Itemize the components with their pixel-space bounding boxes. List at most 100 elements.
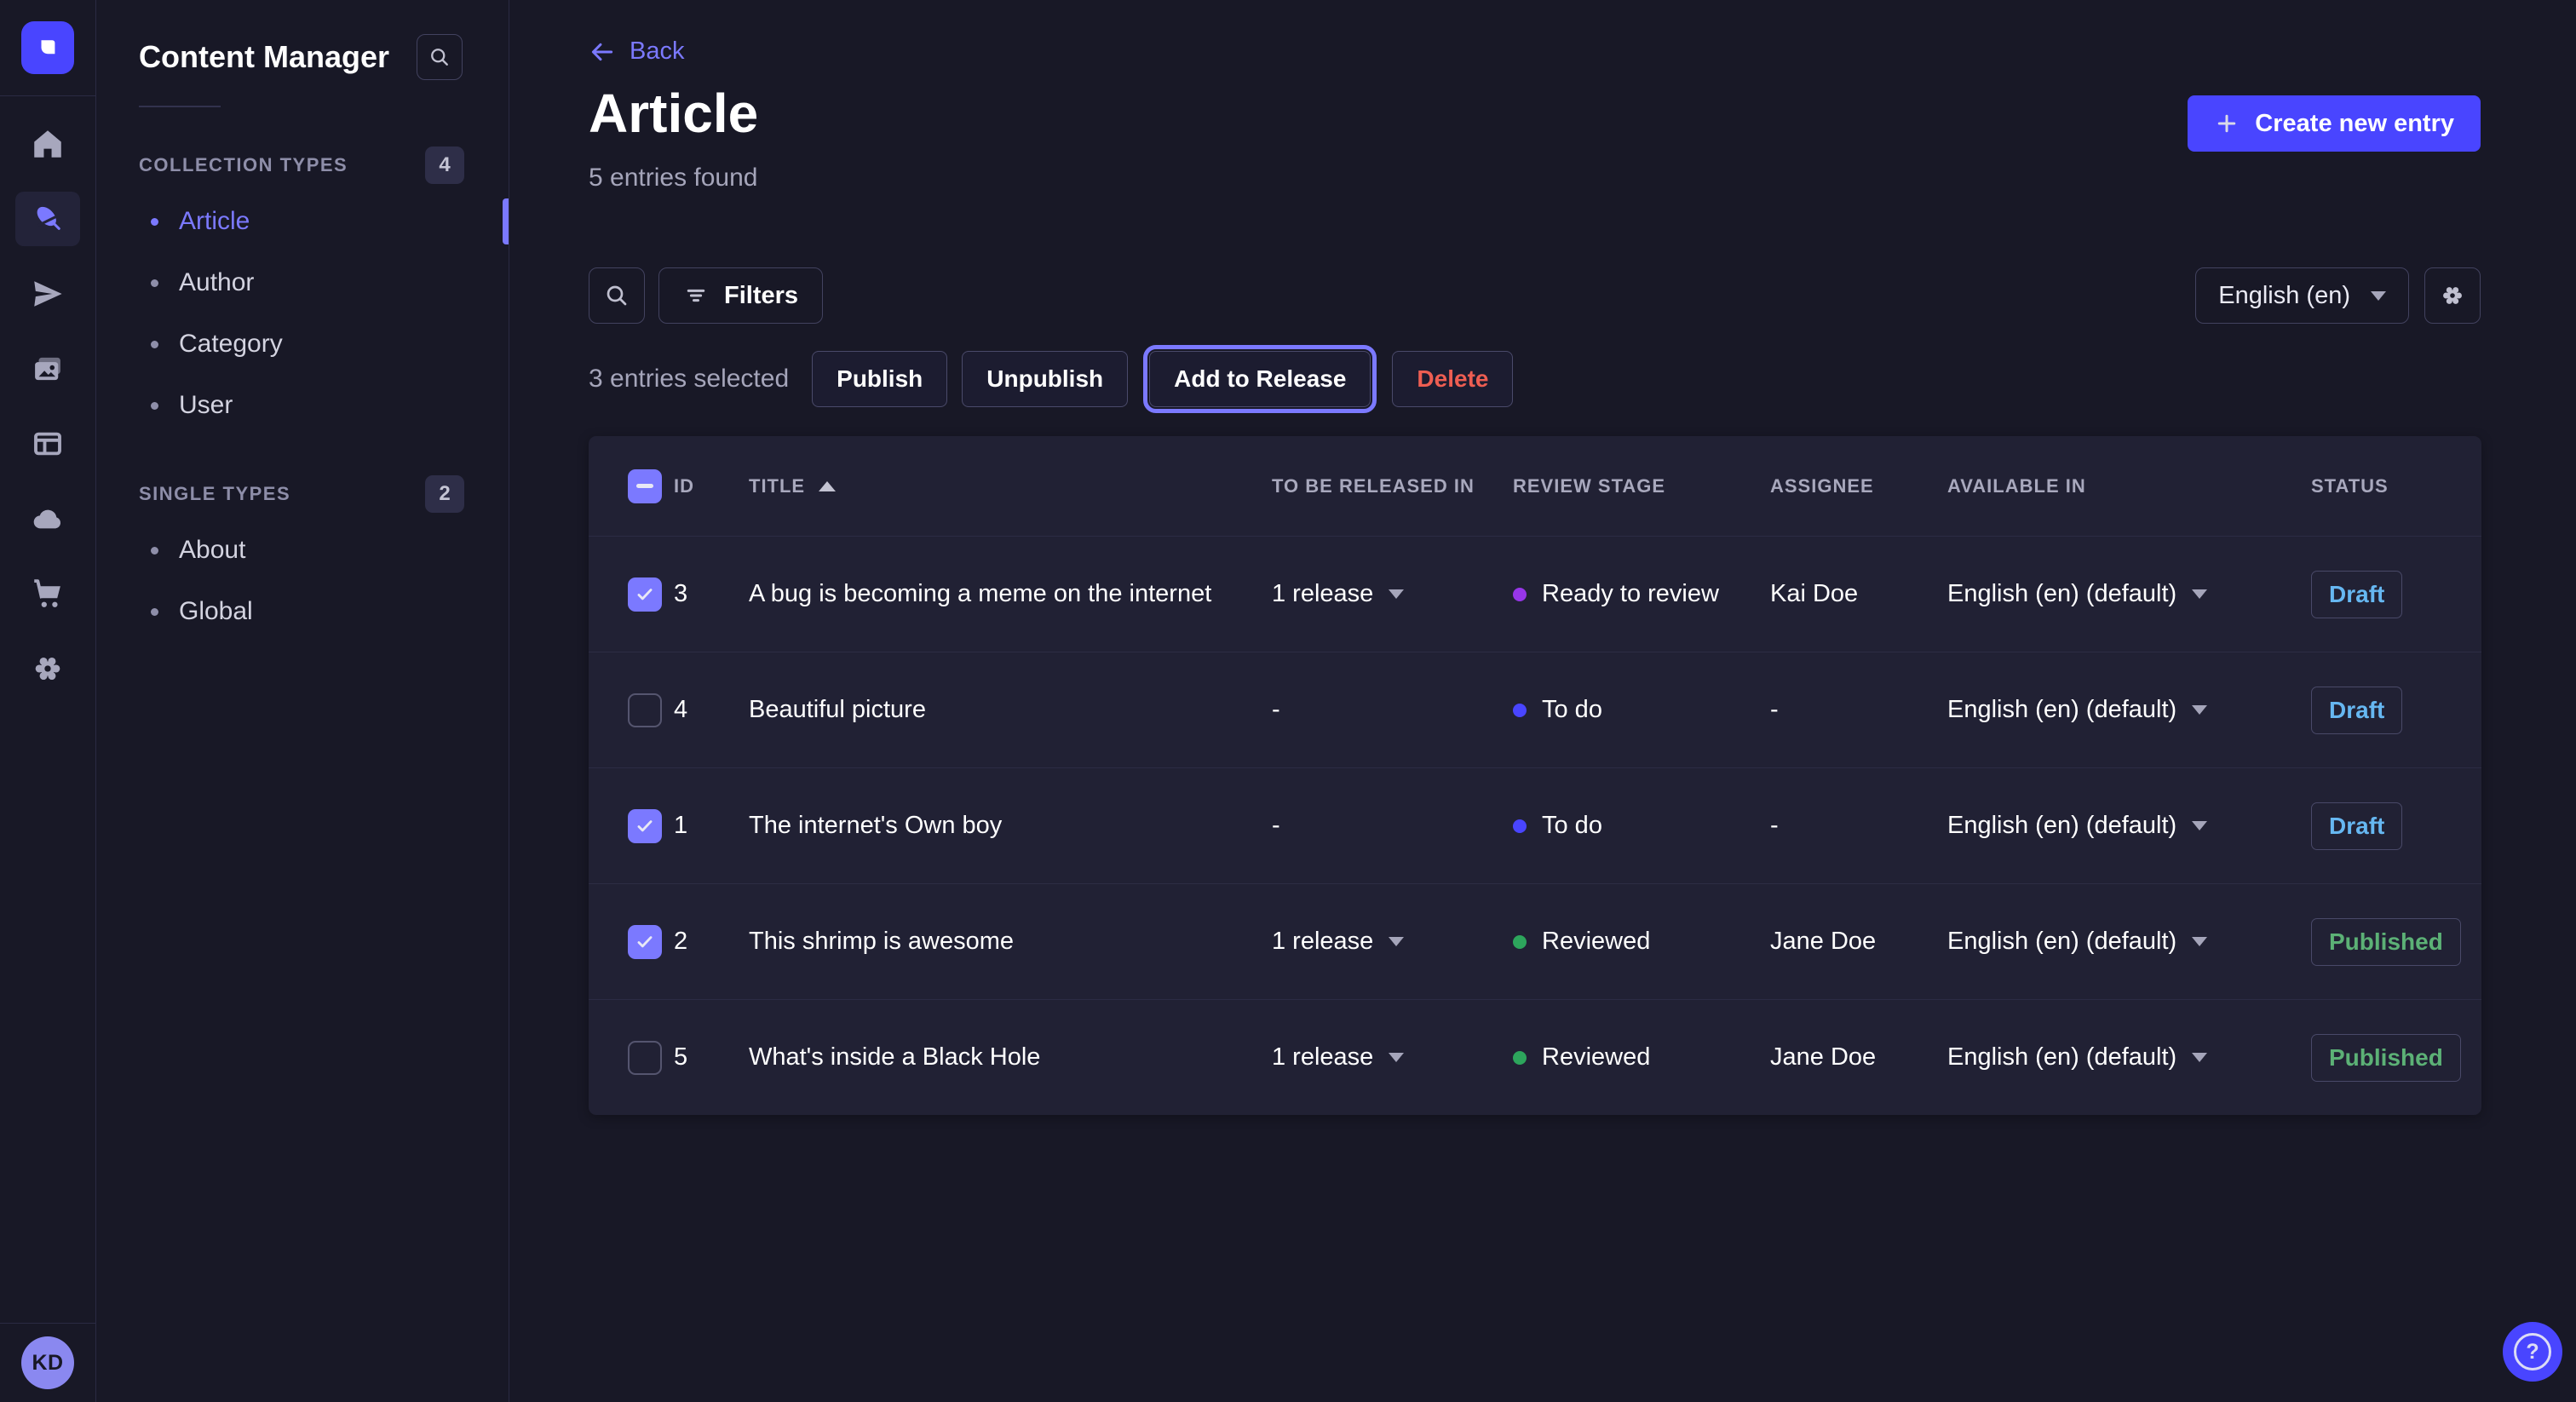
sidebar-item-content-type-builder[interactable] xyxy=(15,417,80,471)
view-settings-button[interactable] xyxy=(2424,267,2481,324)
cell-assignee: - xyxy=(1770,812,1947,840)
sidebar-item-deploy[interactable] xyxy=(15,491,80,546)
sidebar-item-about[interactable]: About xyxy=(96,520,509,581)
sidebar-item-article[interactable]: Article xyxy=(96,191,509,252)
row-checkbox-unchecked[interactable] xyxy=(628,1041,662,1075)
chevron-down-icon xyxy=(2371,291,2386,301)
row-checkbox-unchecked[interactable] xyxy=(628,693,662,727)
check-icon xyxy=(634,815,656,837)
back-link[interactable]: Back xyxy=(589,37,684,66)
search-entries-button[interactable] xyxy=(589,267,645,324)
table-row[interactable]: 3A bug is becoming a meme on the interne… xyxy=(589,536,2481,652)
column-header-title[interactable]: TITLE xyxy=(749,475,1272,497)
strapi-logo-icon xyxy=(32,32,63,63)
check-icon xyxy=(634,583,656,606)
row-checkbox-checked[interactable] xyxy=(628,809,662,843)
bullet-icon xyxy=(151,218,158,226)
content-type-label: About xyxy=(179,536,245,565)
section-single-types: SINGLE TYPES 2 About Global xyxy=(96,468,509,642)
sidebar-item-settings[interactable] xyxy=(15,641,80,696)
chevron-down-icon xyxy=(1389,937,1404,946)
layout-icon xyxy=(30,426,66,462)
select-all-checkbox[interactable] xyxy=(628,469,662,503)
chevron-down-icon xyxy=(2192,589,2207,599)
cell-title: The internet's Own boy xyxy=(749,812,1272,840)
table-row[interactable]: 4Beautiful picture-To do-English (en) (d… xyxy=(589,652,2481,767)
filter-icon xyxy=(683,283,709,308)
sidebar-item-category[interactable]: Category xyxy=(96,313,509,375)
column-header-id[interactable]: ID xyxy=(674,475,749,497)
cell-status: Draft xyxy=(2311,687,2481,734)
divider xyxy=(139,106,221,107)
sidebar-item-marketplace[interactable] xyxy=(15,566,80,621)
cell-to-be-released-in[interactable]: 1 release xyxy=(1272,1043,1513,1072)
chevron-down-icon xyxy=(2192,1053,2207,1062)
sidebar-item-content-manager[interactable] xyxy=(15,192,80,246)
status-badge: Draft xyxy=(2311,687,2402,734)
cell-assignee: Jane Doe xyxy=(1770,928,1947,956)
cell-to-be-released-in[interactable]: 1 release xyxy=(1272,928,1513,956)
sidebar-item-author[interactable]: Author xyxy=(96,252,509,313)
selection-bar: 3 entries selected PublishUnpublishAdd t… xyxy=(589,349,1513,409)
cell-available-in[interactable]: English (en) (default) xyxy=(1947,696,2311,724)
table-row[interactable]: 2This shrimp is awesome1 releaseReviewed… xyxy=(589,883,2481,999)
bullet-icon xyxy=(151,547,158,554)
column-header-status[interactable]: STATUS xyxy=(2311,475,2481,497)
entries-table: IDTITLETO BE RELEASED INREVIEW STAGEASSI… xyxy=(589,436,2481,1115)
content-type-sections: COLLECTION TYPES 4 Article Author Catego… xyxy=(96,140,509,642)
row-checkbox-checked[interactable] xyxy=(628,925,662,959)
chevron-down-icon xyxy=(2192,821,2207,830)
sort-ascending-icon xyxy=(819,481,836,491)
cell-assignee: Jane Doe xyxy=(1770,1043,1947,1072)
feather-icon xyxy=(30,201,66,237)
bullet-icon xyxy=(151,279,158,287)
avatar[interactable]: KD xyxy=(21,1336,74,1389)
cell-assignee: - xyxy=(1770,696,1947,724)
table-row[interactable]: 1The internet's Own boy-To do-English (e… xyxy=(589,767,2481,883)
filters-label: Filters xyxy=(724,282,798,310)
locale-select[interactable]: English (en) xyxy=(2195,267,2409,324)
content-type-label: Global xyxy=(179,597,253,626)
filters-button[interactable]: Filters xyxy=(658,267,823,324)
add-to-release-button[interactable]: Add to Release xyxy=(1149,351,1371,407)
publish-button[interactable]: Publish xyxy=(812,351,947,407)
cell-title: This shrimp is awesome xyxy=(749,928,1272,956)
sidebar-item-global[interactable]: Global xyxy=(96,581,509,642)
unpublish-button[interactable]: Unpublish xyxy=(962,351,1128,407)
table-row[interactable]: 5What's inside a Black Hole1 releaseRevi… xyxy=(589,999,2481,1115)
sidebar-item-media-library[interactable] xyxy=(15,342,80,396)
chevron-down-icon xyxy=(1389,1053,1404,1062)
cell-available-in[interactable]: English (en) (default) xyxy=(1947,928,2311,956)
main-content: Back Article 5 entries found Create new … xyxy=(509,0,2576,1402)
stage-dot-icon xyxy=(1513,935,1527,949)
cell-id: 4 xyxy=(674,696,749,724)
status-badge: Published xyxy=(2311,918,2461,966)
plus-icon xyxy=(2214,111,2240,136)
active-indicator xyxy=(503,198,509,244)
gear-icon xyxy=(2439,282,2466,309)
cell-status: Draft xyxy=(2311,571,2481,618)
help-button[interactable]: ? xyxy=(2503,1322,2562,1382)
subnav-search-button[interactable] xyxy=(417,34,463,80)
row-checkbox-checked[interactable] xyxy=(628,577,662,612)
cell-review-stage: To do xyxy=(1513,812,1770,840)
cell-available-in[interactable]: English (en) (default) xyxy=(1947,580,2311,608)
sidebar-item-releases[interactable] xyxy=(15,267,80,321)
bullet-icon xyxy=(151,402,158,410)
column-header-to-be-released-in[interactable]: TO BE RELEASED IN xyxy=(1272,475,1513,497)
create-new-entry-button[interactable]: Create new entry xyxy=(2188,95,2481,152)
column-header-assignee[interactable]: ASSIGNEE xyxy=(1770,475,1947,497)
back-label: Back xyxy=(630,37,684,66)
column-header-available-in[interactable]: AVAILABLE IN xyxy=(1947,475,2311,497)
bullet-icon xyxy=(151,608,158,616)
sidebar-item-home[interactable] xyxy=(15,117,80,171)
column-header-review-stage[interactable]: REVIEW STAGE xyxy=(1513,475,1770,497)
cell-available-in[interactable]: English (en) (default) xyxy=(1947,1043,2311,1072)
sidebar-item-user[interactable]: User xyxy=(96,375,509,436)
cell-available-in[interactable]: English (en) (default) xyxy=(1947,812,2311,840)
cell-status: Published xyxy=(2311,918,2481,966)
strapi-logo[interactable] xyxy=(21,21,74,74)
chevron-down-icon xyxy=(2192,937,2207,946)
cell-to-be-released-in[interactable]: 1 release xyxy=(1272,580,1513,608)
delete-button[interactable]: Delete xyxy=(1392,351,1513,407)
